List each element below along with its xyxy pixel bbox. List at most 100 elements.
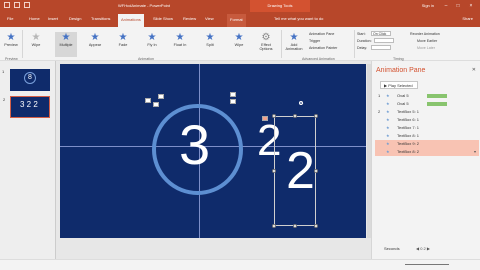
dropdown-arrow-icon[interactable]: ▾	[474, 148, 476, 156]
resize-handle[interactable]	[272, 224, 276, 228]
move-later-button[interactable]: Move Later	[417, 46, 435, 50]
play-selected-button[interactable]: ▶ Play Selected	[380, 81, 418, 89]
slide-thumbnail-2[interactable]: 2 3 2 2	[3, 96, 50, 118]
star-icon: ★	[147, 32, 157, 43]
star-icon: ★	[61, 32, 71, 43]
animation-row[interactable]: ★ TextBox 7: 1	[375, 124, 479, 132]
options-icon: ⚙	[261, 32, 271, 43]
tab-view[interactable]: View	[205, 16, 214, 21]
slide-thumb-content: 3 2 2	[20, 100, 38, 109]
delay-label: Delay:	[357, 46, 368, 50]
star-icon: ★	[205, 32, 215, 43]
resize-handle[interactable]	[272, 114, 276, 118]
add-animation-button[interactable]: ★ Add Animation	[283, 32, 305, 57]
click-icon: ★	[386, 133, 390, 138]
tab-transitions[interactable]: Transitions	[91, 16, 110, 21]
animation-tag[interactable]	[153, 102, 159, 107]
resize-handle[interactable]	[293, 114, 297, 118]
tab-file[interactable]: File	[7, 16, 13, 21]
tab-animations[interactable]: Animations	[118, 14, 144, 27]
save-icon[interactable]	[4, 2, 10, 8]
animations-ribbon: ★ Preview Preview ★ Wipe ★ Multiple ★ Appear…	[0, 27, 480, 61]
sign-in-link[interactable]: Sign in	[422, 3, 434, 8]
tab-insert[interactable]: Insert	[48, 16, 58, 21]
duration-input[interactable]	[374, 38, 394, 43]
maximize-icon[interactable]: □	[454, 2, 462, 10]
click-icon: ★	[386, 149, 390, 154]
slide-thumbnail-1[interactable]: 1 8	[2, 69, 50, 91]
animation-row[interactable]: ★ TextBox 8: 1	[375, 132, 479, 140]
timing-bar	[427, 102, 447, 106]
effect-fly-in-button[interactable]: ★ Fly In	[141, 32, 163, 57]
animation-row-selected[interactable]: ★ TextBox 9: 2	[375, 140, 479, 148]
slide-thumbnail-pane: 1 8 2 3 2 2	[0, 61, 56, 259]
resize-handle[interactable]	[272, 169, 276, 173]
move-earlier-button[interactable]: Move Earlier	[417, 39, 437, 43]
animation-tag[interactable]	[230, 99, 236, 104]
effect-wipe-2-button[interactable]: ★ Wipe	[228, 32, 250, 57]
tab-review[interactable]: Review	[183, 16, 196, 21]
reorder-label: Reorder Animation	[410, 32, 440, 36]
click-icon: ★	[386, 141, 390, 146]
close-icon[interactable]: ×	[467, 2, 475, 10]
effect-float-in-button[interactable]: ★ Float In	[169, 32, 191, 57]
zoom-slider[interactable]	[405, 264, 449, 265]
slide-number: 1	[2, 69, 5, 74]
animation-tag[interactable]	[262, 116, 268, 121]
animation-tag[interactable]	[145, 98, 151, 103]
trigger-button[interactable]: Trigger	[309, 39, 320, 43]
redo-icon[interactable]	[24, 2, 30, 8]
animation-row[interactable]: ★ Oval 5	[375, 100, 479, 108]
click-icon: ★	[386, 125, 390, 130]
duration-label: Duration:	[357, 39, 372, 43]
seconds-dropdown[interactable]: Seconds	[384, 246, 400, 251]
animation-row[interactable]: ★ TextBox 6: 1	[375, 116, 479, 124]
add-animation-icon: ★	[289, 32, 299, 43]
ribbon-tabs: File Home Insert Design Transitions Anim…	[0, 12, 480, 27]
star-icon: ★	[31, 32, 41, 43]
animation-pane: Animation Pane ✕ ▶ Play Selected 1 ★ Oval …	[371, 61, 480, 259]
selection-box[interactable]	[274, 116, 316, 226]
tab-design[interactable]: Design	[69, 16, 81, 21]
resize-handle[interactable]	[314, 169, 318, 173]
start-label: Start:	[357, 32, 366, 36]
click-icon: ★	[386, 93, 390, 98]
animation-painter-button[interactable]: Animation Painter	[309, 46, 337, 50]
animation-row-selected[interactable]: ★ TextBox 8: 2 ▾	[375, 148, 479, 156]
effect-fade-button[interactable]: ★ Fade	[112, 32, 134, 57]
animation-tag[interactable]	[158, 94, 164, 99]
number-three-textbox[interactable]: 3	[179, 117, 210, 173]
timeline-scale-icon: ◀ 0 2 ▶	[416, 246, 430, 251]
delay-input[interactable]	[371, 45, 391, 50]
animation-row[interactable]: 1 ★ Oval 5	[375, 92, 479, 100]
effect-multiple-button[interactable]: ★ Multiple	[55, 32, 77, 57]
star-icon: ★	[118, 32, 128, 43]
ribbon-divider	[354, 30, 355, 58]
resize-handle[interactable]	[293, 224, 297, 228]
powerpoint-window: WFHcdAnimate - PowerPoint Drawing Tools …	[0, 0, 480, 270]
minimize-icon[interactable]: –	[442, 2, 450, 10]
tell-me-search[interactable]: Tell me what you want to do	[274, 16, 323, 21]
tab-slide-show[interactable]: Slide Show	[153, 16, 173, 21]
share-button[interactable]: Share	[462, 16, 473, 21]
animation-row[interactable]: 2 ★ TextBox 5: 1	[375, 108, 479, 116]
drawing-tools-context: Drawing Tools	[250, 0, 310, 12]
timing-bar	[427, 94, 447, 98]
tab-format[interactable]: Format	[227, 14, 246, 27]
rotation-handle[interactable]: ⟳	[299, 101, 303, 106]
effect-appear-button[interactable]: ★ Appear	[84, 32, 106, 57]
animation-pane-button[interactable]: Animation Pane	[309, 32, 334, 36]
undo-icon[interactable]	[14, 2, 20, 8]
effect-wipe-button[interactable]: ★ Wipe	[25, 32, 47, 57]
effect-split-button[interactable]: ★ Split	[199, 32, 221, 57]
start-select[interactable]: On Click	[371, 31, 391, 36]
resize-handle[interactable]	[314, 114, 318, 118]
ribbon-divider	[281, 30, 282, 58]
close-icon[interactable]: ✕	[472, 67, 476, 73]
tab-home[interactable]: Home	[29, 16, 40, 21]
effect-options-button[interactable]: ⚙ Effect Options	[255, 32, 277, 57]
animation-tag[interactable]	[230, 92, 236, 97]
preview-button[interactable]: ★ Preview	[0, 32, 22, 57]
resize-handle[interactable]	[314, 224, 318, 228]
click-icon: ★	[386, 117, 390, 122]
